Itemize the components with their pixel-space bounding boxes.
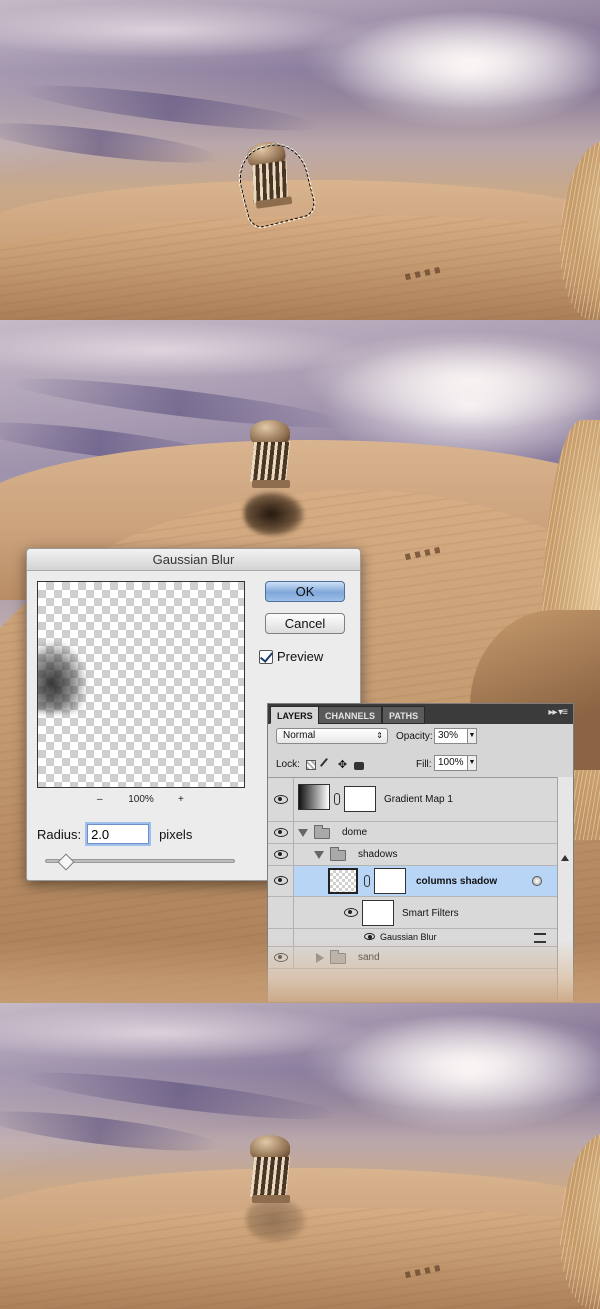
smart-filter-badge-icon	[532, 876, 542, 886]
tab-paths[interactable]: PATHS	[382, 706, 426, 724]
scroll-up-arrow-icon[interactable]	[561, 855, 569, 861]
opacity-label: Opacity:	[396, 731, 433, 742]
folder-icon	[330, 950, 346, 964]
layer-mask-thumbnail	[374, 868, 406, 894]
smart-filters-row[interactable]: Smart Filters	[268, 897, 558, 929]
blend-mode-value: Normal	[283, 730, 316, 741]
lock-controls: Lock: ✥	[276, 757, 364, 772]
layer-list: Gradient Map 1 dome shadows columns shad…	[268, 777, 558, 1002]
group-name: sand	[358, 952, 380, 963]
layer-group-sand[interactable]: sand	[268, 947, 558, 969]
panel-tabs: LAYERS CHANNELS PATHS ▸▸ ▾≡	[268, 704, 573, 724]
layer-group-dome[interactable]: dome	[268, 822, 558, 844]
filter-row-gaussian-blur[interactable]: Gaussian Blur	[268, 929, 558, 947]
cloud	[330, 1013, 600, 1133]
opacity-input[interactable]: 30%	[434, 728, 468, 744]
panel-menu-icon[interactable]: ▸▸ ▾≡	[548, 707, 568, 718]
radius-unit: pixels	[159, 826, 193, 842]
cancel-button[interactable]: Cancel	[265, 613, 345, 634]
blend-mode-select[interactable]: Normal ⇕	[276, 728, 388, 744]
foreground-dune	[0, 215, 600, 320]
eye-icon[interactable]	[274, 953, 288, 962]
preview-zoom-controls: – 100% +	[37, 794, 245, 808]
opacity-dropdown-arrow[interactable]: ▼	[467, 728, 477, 744]
fill-label: Fill:	[416, 759, 432, 770]
cloud	[330, 10, 600, 130]
radius-label: Radius:	[37, 826, 82, 842]
tab-channels[interactable]: CHANNELS	[318, 706, 383, 724]
collapsed-triangle-icon[interactable]	[316, 953, 324, 963]
visibility-column	[268, 897, 294, 928]
smart-object-thumbnail	[328, 868, 358, 894]
columns-shadow	[244, 492, 304, 536]
layers-scrollbar[interactable]	[557, 777, 573, 1002]
preview-label: Preview	[277, 649, 324, 664]
link-icon[interactable]	[364, 875, 370, 887]
gradient-map-thumbnail	[298, 784, 330, 810]
layer-group-shadows[interactable]: shadows	[268, 844, 558, 866]
group-name: dome	[342, 827, 368, 838]
lock-all-padlock-icon[interactable]	[353, 762, 364, 770]
radius-slider-thumb[interactable]	[57, 853, 75, 871]
filter-preview[interactable]	[37, 581, 245, 788]
fill-dropdown-arrow[interactable]: ▼	[467, 755, 477, 771]
fill-input[interactable]: 100%	[434, 755, 468, 771]
expand-triangle-icon[interactable]	[314, 851, 324, 859]
eye-icon[interactable]	[274, 876, 288, 885]
zoom-level: 100%	[128, 794, 154, 805]
expand-triangle-icon[interactable]	[298, 829, 308, 837]
eye-icon[interactable]	[274, 850, 288, 859]
visibility-column	[268, 929, 294, 946]
gazebo	[238, 420, 302, 502]
eye-icon[interactable]	[344, 908, 358, 917]
layer-row-columns-shadow[interactable]: columns shadow	[268, 866, 558, 897]
preview-toggle[interactable]: Preview	[259, 649, 323, 664]
folder-icon	[314, 825, 330, 839]
lock-transparency-icon[interactable]	[305, 759, 316, 770]
smart-filters-label: Smart Filters	[402, 908, 459, 919]
group-name: shadows	[358, 849, 398, 860]
layer-mask-thumbnail	[344, 786, 376, 812]
scene-panel-selection	[0, 0, 600, 320]
ok-button[interactable]: OK	[265, 581, 345, 602]
tab-layers[interactable]: LAYERS	[270, 706, 320, 724]
layer-name: columns shadow	[416, 876, 498, 887]
radius-control: Radius: pixels	[37, 824, 192, 844]
zoom-in-button[interactable]: +	[178, 794, 184, 805]
radius-input[interactable]	[87, 824, 150, 844]
preview-blurred-shadow	[38, 642, 86, 712]
eye-icon[interactable]	[274, 828, 288, 837]
radius-slider[interactable]	[45, 853, 235, 871]
smart-filter-mask-thumbnail	[362, 900, 394, 926]
preview-checkbox[interactable]	[259, 649, 273, 664]
lock-position-move-icon[interactable]: ✥	[338, 759, 348, 770]
link-icon[interactable]	[334, 793, 340, 805]
layers-panel: LAYERS CHANNELS PATHS ▸▸ ▾≡ Normal ⇕ Opa…	[267, 703, 574, 1003]
gazebo	[238, 1135, 302, 1217]
lock-pixels-brush-icon[interactable]	[319, 757, 334, 772]
scene-panel-result	[0, 1003, 600, 1309]
eye-icon[interactable]	[274, 795, 288, 804]
layer-row-gradient-map[interactable]: Gradient Map 1	[268, 778, 558, 822]
filter-name: Gaussian Blur	[380, 932, 437, 942]
eye-icon[interactable]	[364, 933, 375, 940]
updown-arrows-icon: ⇕	[376, 731, 383, 740]
dialog-title: Gaussian Blur	[27, 549, 360, 571]
layer-name: Gradient Map 1	[384, 794, 453, 805]
folder-icon	[330, 847, 346, 861]
filter-blending-options-icon[interactable]	[534, 933, 546, 943]
lock-label: Lock:	[276, 759, 300, 770]
